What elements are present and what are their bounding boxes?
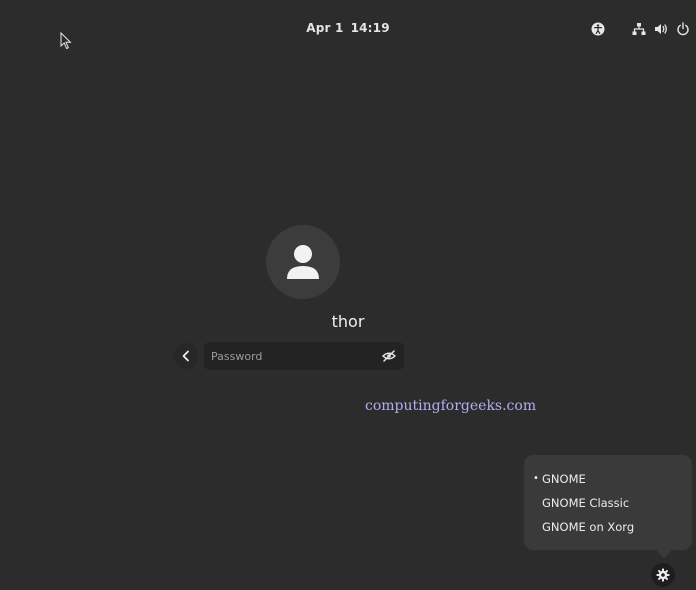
eye-hidden-icon	[382, 350, 396, 362]
accessibility-icon[interactable]	[590, 21, 606, 37]
back-button[interactable]	[174, 343, 198, 369]
clock-time: 14:19	[350, 21, 390, 35]
session-menu: • GNOME GNOME Classic GNOME on Xorg	[524, 455, 692, 558]
watermark-text: computingforgeeks.com	[365, 398, 537, 414]
session-item-label: GNOME Classic	[542, 496, 630, 510]
volume-icon[interactable]	[653, 21, 669, 37]
session-item-label: GNOME on Xorg	[542, 520, 635, 534]
user-avatar	[266, 225, 340, 299]
mouse-pointer-icon	[60, 32, 72, 50]
username-label: thor	[331, 312, 365, 331]
chevron-left-icon	[182, 350, 189, 362]
reveal-password-button[interactable]	[382, 349, 396, 363]
top-bar: Apr 1 14:19	[0, 0, 696, 58]
gear-icon	[656, 568, 670, 582]
password-entry	[204, 342, 404, 370]
network-icon[interactable]	[631, 21, 647, 37]
session-item-label: GNOME	[542, 472, 586, 486]
user-icon	[287, 245, 319, 279]
power-icon[interactable]	[675, 21, 691, 37]
password-input[interactable]	[204, 342, 374, 370]
session-settings-button[interactable]	[651, 563, 675, 587]
session-item-gnome[interactable]: • GNOME	[524, 468, 692, 490]
clock-date: Apr 1	[306, 21, 344, 35]
session-item-gnome-classic[interactable]: GNOME Classic	[524, 492, 692, 514]
session-item-gnome-xorg[interactable]: GNOME on Xorg	[524, 516, 692, 538]
menu-caret	[656, 550, 672, 558]
selected-bullet: •	[533, 473, 539, 484]
